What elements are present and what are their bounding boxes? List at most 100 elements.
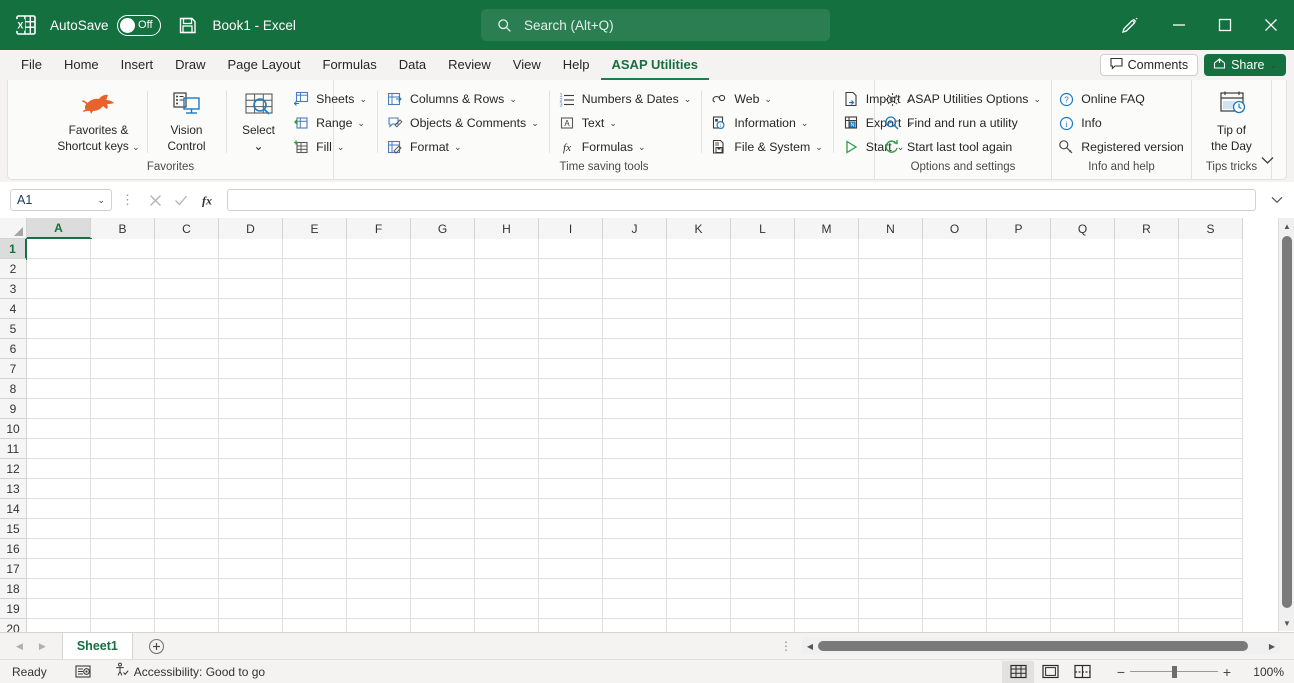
cell-E19[interactable] <box>283 599 347 619</box>
cell-C12[interactable] <box>155 459 219 479</box>
zoom-out-button[interactable]: − <box>1112 664 1130 680</box>
cell-B17[interactable] <box>91 559 155 579</box>
cell-G16[interactable] <box>411 539 475 559</box>
cell-O14[interactable] <box>923 499 987 519</box>
tab-draw[interactable]: Draw <box>164 50 216 80</box>
cell-E13[interactable] <box>283 479 347 499</box>
cell-N17[interactable] <box>859 559 923 579</box>
cell-D5[interactable] <box>219 319 283 339</box>
fill-menu[interactable]: Fill ⌄ <box>288 135 373 159</box>
cell-L13[interactable] <box>731 479 795 499</box>
cell-K4[interactable] <box>667 299 731 319</box>
formulas-menu[interactable]: fx Formulas ⌄ <box>554 135 698 159</box>
zoom-slider[interactable] <box>1130 664 1218 680</box>
more-vertical-icon[interactable]: ⋮ <box>121 192 134 208</box>
cell-O15[interactable] <box>923 519 987 539</box>
cell-K19[interactable] <box>667 599 731 619</box>
cell-H10[interactable] <box>475 419 539 439</box>
cell-J15[interactable] <box>603 519 667 539</box>
cell-L2[interactable] <box>731 259 795 279</box>
column-header-H[interactable]: H <box>475 218 539 239</box>
cell-B14[interactable] <box>91 499 155 519</box>
cell-P5[interactable] <box>987 319 1051 339</box>
cell-L14[interactable] <box>731 499 795 519</box>
cell-L12[interactable] <box>731 459 795 479</box>
cell-F9[interactable] <box>347 399 411 419</box>
cell-L5[interactable] <box>731 319 795 339</box>
cell-Q2[interactable] <box>1051 259 1115 279</box>
cell-Q17[interactable] <box>1051 559 1115 579</box>
cell-J9[interactable] <box>603 399 667 419</box>
ribbon-collapse-chevron-down-icon[interactable] <box>1254 149 1280 171</box>
cell-E6[interactable] <box>283 339 347 359</box>
row-header-16[interactable]: 16 <box>0 539 27 559</box>
cell-S16[interactable] <box>1179 539 1243 559</box>
start-last-tool-button[interactable]: Start last tool again <box>879 135 1047 159</box>
cell-F10[interactable] <box>347 419 411 439</box>
cell-N2[interactable] <box>859 259 923 279</box>
zoom-in-button[interactable]: + <box>1218 664 1236 680</box>
cell-H14[interactable] <box>475 499 539 519</box>
favorites-shortcut-keys-button[interactable]: Favorites & Shortcut keys ⌄ <box>55 85 143 154</box>
cell-P10[interactable] <box>987 419 1051 439</box>
web-menu[interactable]: Web ⌄ <box>706 87 828 111</box>
cell-P2[interactable] <box>987 259 1051 279</box>
cell-K2[interactable] <box>667 259 731 279</box>
cell-P16[interactable] <box>987 539 1051 559</box>
cell-I10[interactable] <box>539 419 603 439</box>
cell-A6[interactable] <box>27 339 91 359</box>
formula-bar-expand-chevron-down-icon[interactable] <box>1266 188 1288 212</box>
cell-O9[interactable] <box>923 399 987 419</box>
sheet-prev-arrow[interactable]: ◀ <box>16 641 23 652</box>
cell-G13[interactable] <box>411 479 475 499</box>
cell-O4[interactable] <box>923 299 987 319</box>
column-header-J[interactable]: J <box>603 218 667 239</box>
column-header-R[interactable]: R <box>1115 218 1179 239</box>
cell-S6[interactable] <box>1179 339 1243 359</box>
cell-M19[interactable] <box>795 599 859 619</box>
format-menu[interactable]: Format ⌄ <box>382 135 545 159</box>
cell-L1[interactable] <box>731 239 795 259</box>
cell-O18[interactable] <box>923 579 987 599</box>
cell-E16[interactable] <box>283 539 347 559</box>
check-icon[interactable] <box>169 188 193 212</box>
zoom-slider-thumb[interactable] <box>1172 666 1177 678</box>
cell-C4[interactable] <box>155 299 219 319</box>
cell-J2[interactable] <box>603 259 667 279</box>
cell-K3[interactable] <box>667 279 731 299</box>
cell-M2[interactable] <box>795 259 859 279</box>
vertical-scroll-thumb[interactable] <box>1282 236 1292 608</box>
cell-S3[interactable] <box>1179 279 1243 299</box>
cell-I19[interactable] <box>539 599 603 619</box>
column-header-A[interactable]: A <box>27 218 91 239</box>
cell-N19[interactable] <box>859 599 923 619</box>
cell-K16[interactable] <box>667 539 731 559</box>
cell-G19[interactable] <box>411 599 475 619</box>
cell-F12[interactable] <box>347 459 411 479</box>
cell-M1[interactable] <box>795 239 859 259</box>
cell-D10[interactable] <box>219 419 283 439</box>
cell-A14[interactable] <box>27 499 91 519</box>
cell-I12[interactable] <box>539 459 603 479</box>
tab-formulas[interactable]: Formulas <box>312 50 388 80</box>
cell-A10[interactable] <box>27 419 91 439</box>
cell-L9[interactable] <box>731 399 795 419</box>
cell-Q3[interactable] <box>1051 279 1115 299</box>
cell-G14[interactable] <box>411 499 475 519</box>
cell-R2[interactable] <box>1115 259 1179 279</box>
cell-D6[interactable] <box>219 339 283 359</box>
cell-S13[interactable] <box>1179 479 1243 499</box>
cell-J1[interactable] <box>603 239 667 259</box>
cell-D12[interactable] <box>219 459 283 479</box>
cell-M4[interactable] <box>795 299 859 319</box>
cell-O3[interactable] <box>923 279 987 299</box>
online-faq-button[interactable]: ? Online FAQ <box>1053 87 1190 111</box>
cell-G15[interactable] <box>411 519 475 539</box>
cell-S14[interactable] <box>1179 499 1243 519</box>
cell-O12[interactable] <box>923 459 987 479</box>
cell-I2[interactable] <box>539 259 603 279</box>
cell-D3[interactable] <box>219 279 283 299</box>
autosave-toggle[interactable]: Off <box>117 15 161 36</box>
cell-I8[interactable] <box>539 379 603 399</box>
cell-B5[interactable] <box>91 319 155 339</box>
